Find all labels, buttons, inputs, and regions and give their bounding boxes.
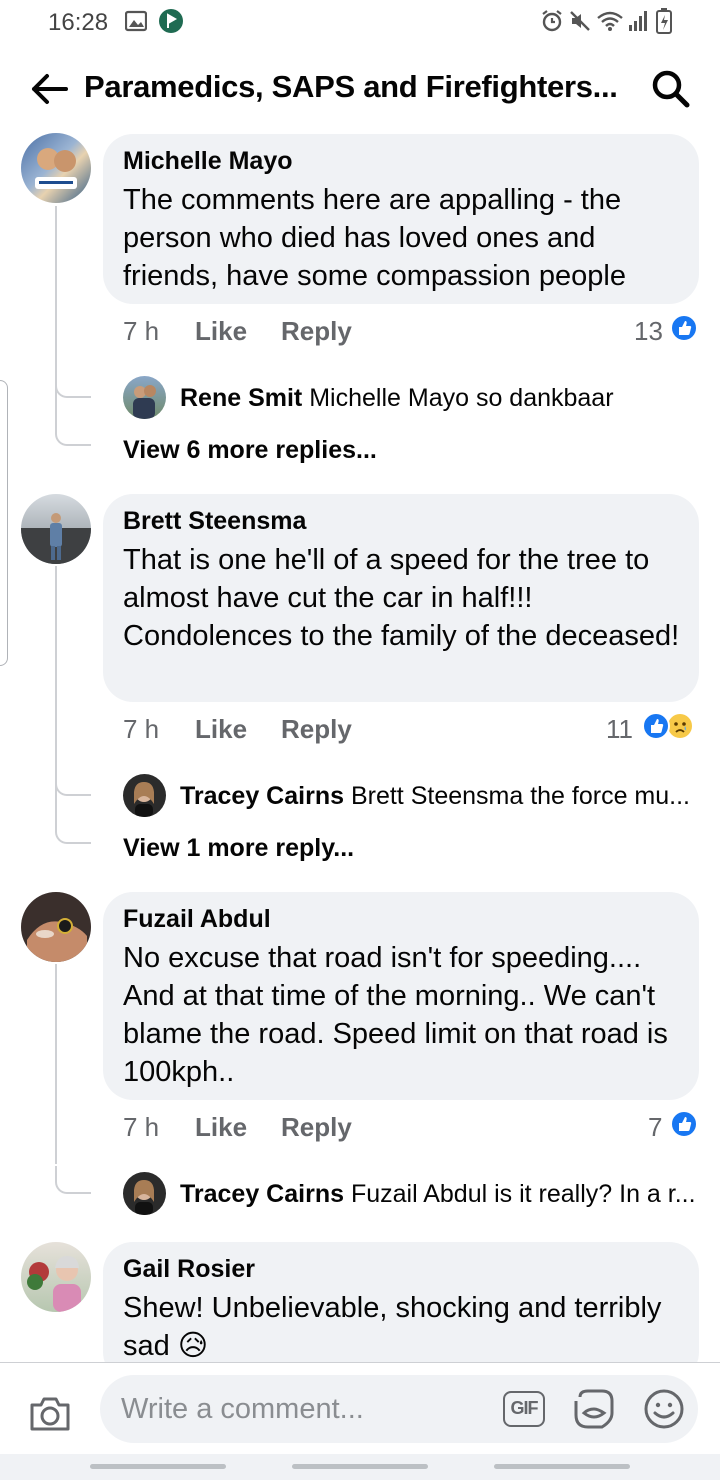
view-more-replies[interactable]: View 6 more replies...	[123, 436, 377, 465]
comment-text: The comments here are appalling - the pe…	[123, 184, 626, 292]
app-badge-icon	[159, 9, 183, 33]
camera-icon[interactable]	[28, 1393, 72, 1433]
comment-actions: 7 h Like Reply	[123, 1112, 683, 1148]
reply-preview[interactable]: Rene Smit Michelle Mayo so dankbaar	[180, 384, 614, 413]
like-reaction-icon	[670, 314, 698, 342]
reply-button[interactable]: Reply	[281, 316, 352, 347]
wifi-icon	[597, 11, 623, 31]
comment-bubble: Gail Rosier Shew! Unbelievable, shocking…	[103, 1242, 699, 1382]
mute-icon	[570, 11, 590, 31]
comment-time[interactable]: 7 h	[123, 1112, 159, 1143]
reply-text: Brett Steensma the force mu...	[350, 782, 690, 810]
comment-actions: 7 h Like Reply	[123, 316, 683, 352]
arrow-left-icon[interactable]	[28, 68, 70, 110]
status-time: 16:28	[48, 9, 109, 36]
thread-connector	[55, 1166, 91, 1194]
reaction-count: 7	[648, 1112, 663, 1142]
comment-bubble: Michelle Mayo The comments here are appa…	[103, 134, 699, 304]
reply-button[interactable]: Reply	[281, 714, 352, 745]
reply-button[interactable]: Reply	[281, 1112, 352, 1143]
comment-author[interactable]: Gail Rosier	[123, 1255, 255, 1284]
reply-author[interactable]: Tracey Cairns	[180, 782, 344, 810]
nav-back[interactable]	[494, 1464, 630, 1469]
like-button[interactable]: Like	[195, 316, 247, 347]
view-more-replies[interactable]: View 1 more reply...	[123, 834, 354, 863]
comment-actions: 7 h Like Reply	[123, 714, 683, 750]
reply-preview[interactable]: Tracey Cairns Brett Steensma the force m…	[180, 782, 690, 811]
reaction-count: 13	[634, 316, 663, 346]
comment-composer: GIF	[0, 1362, 720, 1454]
reaction-summary[interactable]: 7	[648, 1110, 704, 1144]
reaction-count: 11	[606, 714, 633, 744]
reaction-summary[interactable]: 11	[606, 712, 702, 746]
reply-author[interactable]: Rene Smit	[180, 384, 302, 412]
thread-line	[55, 964, 57, 1164]
thread-connector	[55, 768, 91, 796]
avatar[interactable]	[123, 1172, 166, 1215]
reply-text: Fuzail Abdul is it really? In a r...	[350, 1180, 696, 1208]
nav-recents[interactable]	[90, 1464, 226, 1469]
like-reaction-icon	[642, 712, 670, 740]
thread-connector	[55, 794, 91, 844]
reply-text: Michelle Mayo so dankbaar	[309, 384, 614, 412]
top-app-bar: Paramedics, SAPS and Firefighters...	[0, 58, 720, 120]
comment-text: That is one he'll of a speed for the tre…	[123, 544, 680, 652]
comment-text: No excuse that road isn't for speeding..…	[123, 942, 668, 1088]
thread-connector	[55, 370, 91, 398]
image-icon	[125, 10, 147, 32]
system-nav-bar	[0, 1454, 720, 1480]
thread-line	[55, 566, 57, 794]
gif-icon[interactable]: GIF	[503, 1391, 545, 1427]
signal-icon	[629, 11, 647, 31]
edge-panel-handle[interactable]	[0, 380, 8, 666]
comment-author[interactable]: Fuzail Abdul	[123, 905, 271, 934]
avatar[interactable]	[123, 376, 166, 419]
avatar[interactable]	[21, 1242, 91, 1312]
comment-text: Shew! Unbelievable, shocking and terribl…	[123, 1292, 662, 1362]
page-title: Paramedics, SAPS and Firefighters...	[84, 69, 618, 104]
comment-bubble: Fuzail Abdul No excuse that road isn't f…	[103, 892, 699, 1100]
avatar[interactable]	[123, 774, 166, 817]
reply-author[interactable]: Tracey Cairns	[180, 1180, 344, 1208]
comment-bubble: Brett Steensma That is one he'll of a sp…	[103, 494, 699, 702]
avatar[interactable]	[21, 892, 91, 962]
avatar[interactable]	[21, 494, 91, 564]
comment-time[interactable]: 7 h	[123, 316, 159, 347]
search-icon[interactable]	[650, 68, 692, 110]
reaction-summary[interactable]: 13	[634, 314, 704, 348]
comment-author[interactable]: Brett Steensma	[123, 507, 306, 536]
comment-author[interactable]: Michelle Mayo	[123, 147, 293, 176]
battery-icon	[656, 8, 672, 34]
like-button[interactable]: Like	[195, 1112, 247, 1143]
alarm-icon	[542, 10, 562, 32]
avatar[interactable]	[21, 133, 91, 203]
thread-connector	[55, 396, 91, 446]
like-reaction-icon	[670, 1110, 698, 1138]
emoji-icon[interactable]	[642, 1387, 686, 1431]
comment-time[interactable]: 7 h	[123, 714, 159, 745]
sticker-icon[interactable]	[572, 1387, 616, 1431]
reply-preview[interactable]: Tracey Cairns Fuzail Abdul is it really?…	[180, 1180, 696, 1209]
thread-line	[55, 206, 57, 396]
sad-reaction-icon	[666, 712, 694, 740]
like-button[interactable]: Like	[195, 714, 247, 745]
status-bar: 16:28	[0, 0, 720, 44]
nav-home[interactable]	[292, 1464, 428, 1469]
